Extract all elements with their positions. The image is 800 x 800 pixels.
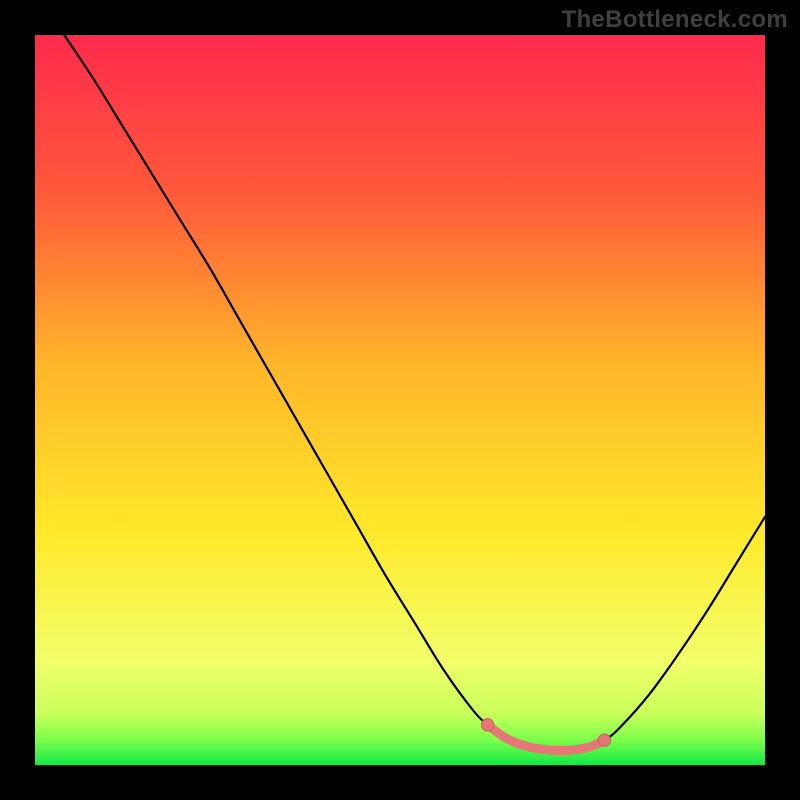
gradient-background [35,35,765,765]
marker-dot [598,734,610,746]
marker-dot [481,719,493,731]
chart-container: { "watermark": "TheBottleneck.com", "plo… [0,0,800,800]
bottleneck-curve-chart [35,35,765,765]
watermark-text: TheBottleneck.com [562,6,788,34]
plot-area [35,35,765,765]
